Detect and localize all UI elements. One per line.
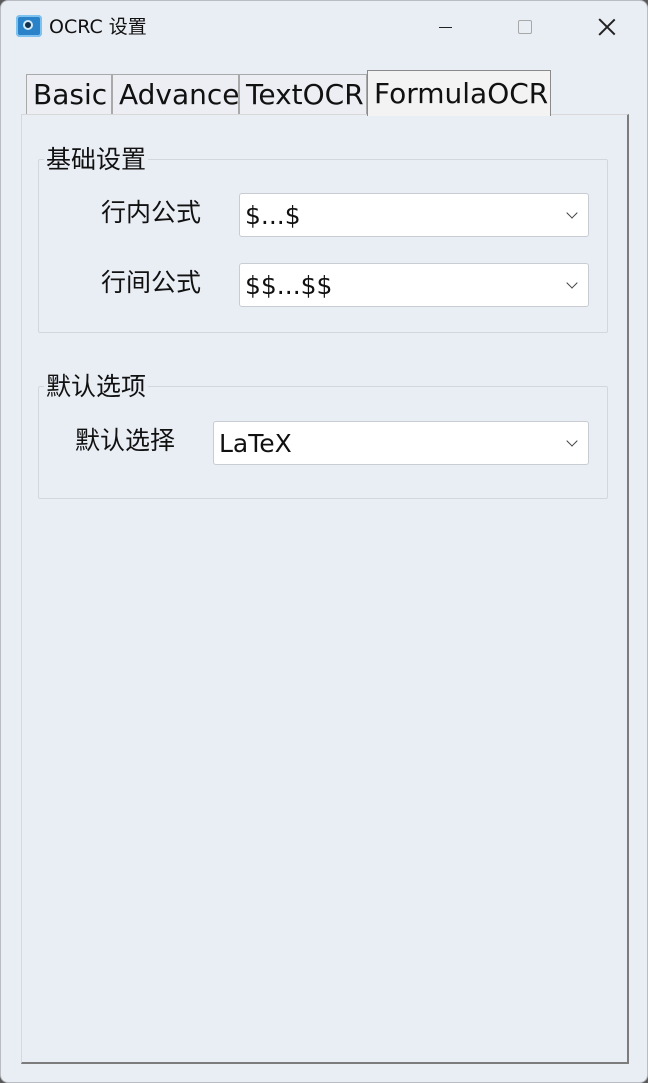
window-title: OCRC 设置: [49, 16, 147, 38]
chevron-down-icon: [566, 277, 578, 289]
display-formula-label: 行间公式: [101, 268, 202, 297]
default-choice-value: LaTeX: [219, 429, 292, 458]
basic-settings-title: 基础设置: [44, 145, 149, 175]
chevron-down-icon: [566, 207, 578, 219]
minimize-button[interactable]: [405, 1, 485, 53]
maximize-icon: [518, 20, 532, 34]
chevron-down-icon: [566, 435, 578, 447]
camera-app-icon: [16, 15, 42, 37]
title-bar[interactable]: OCRC 设置: [1, 1, 647, 53]
display-formula-select[interactable]: $$...$$: [239, 263, 589, 307]
inline-formula-value: $...$: [245, 201, 301, 230]
settings-window: OCRC 设置 Basic Advance TextOCR FormulaOCR…: [0, 0, 648, 1083]
tab-textocr[interactable]: TextOCR: [239, 74, 367, 114]
default-options-title: 默认选项: [44, 372, 149, 402]
maximize-button[interactable]: [485, 1, 565, 53]
display-formula-value: $$...$$: [245, 271, 333, 300]
inline-formula-label: 行内公式: [101, 198, 202, 227]
default-choice-select[interactable]: LaTeX: [213, 421, 589, 465]
inline-formula-select[interactable]: $...$: [239, 193, 589, 237]
minimize-icon: [439, 27, 452, 28]
tab-formulaocr[interactable]: FormulaOCR: [367, 70, 551, 116]
default-choice-label: 默认选择: [75, 426, 176, 455]
tab-basic[interactable]: Basic: [26, 74, 112, 114]
tab-advance[interactable]: Advance: [112, 74, 240, 114]
close-button[interactable]: [565, 1, 645, 53]
close-icon: [598, 18, 616, 36]
